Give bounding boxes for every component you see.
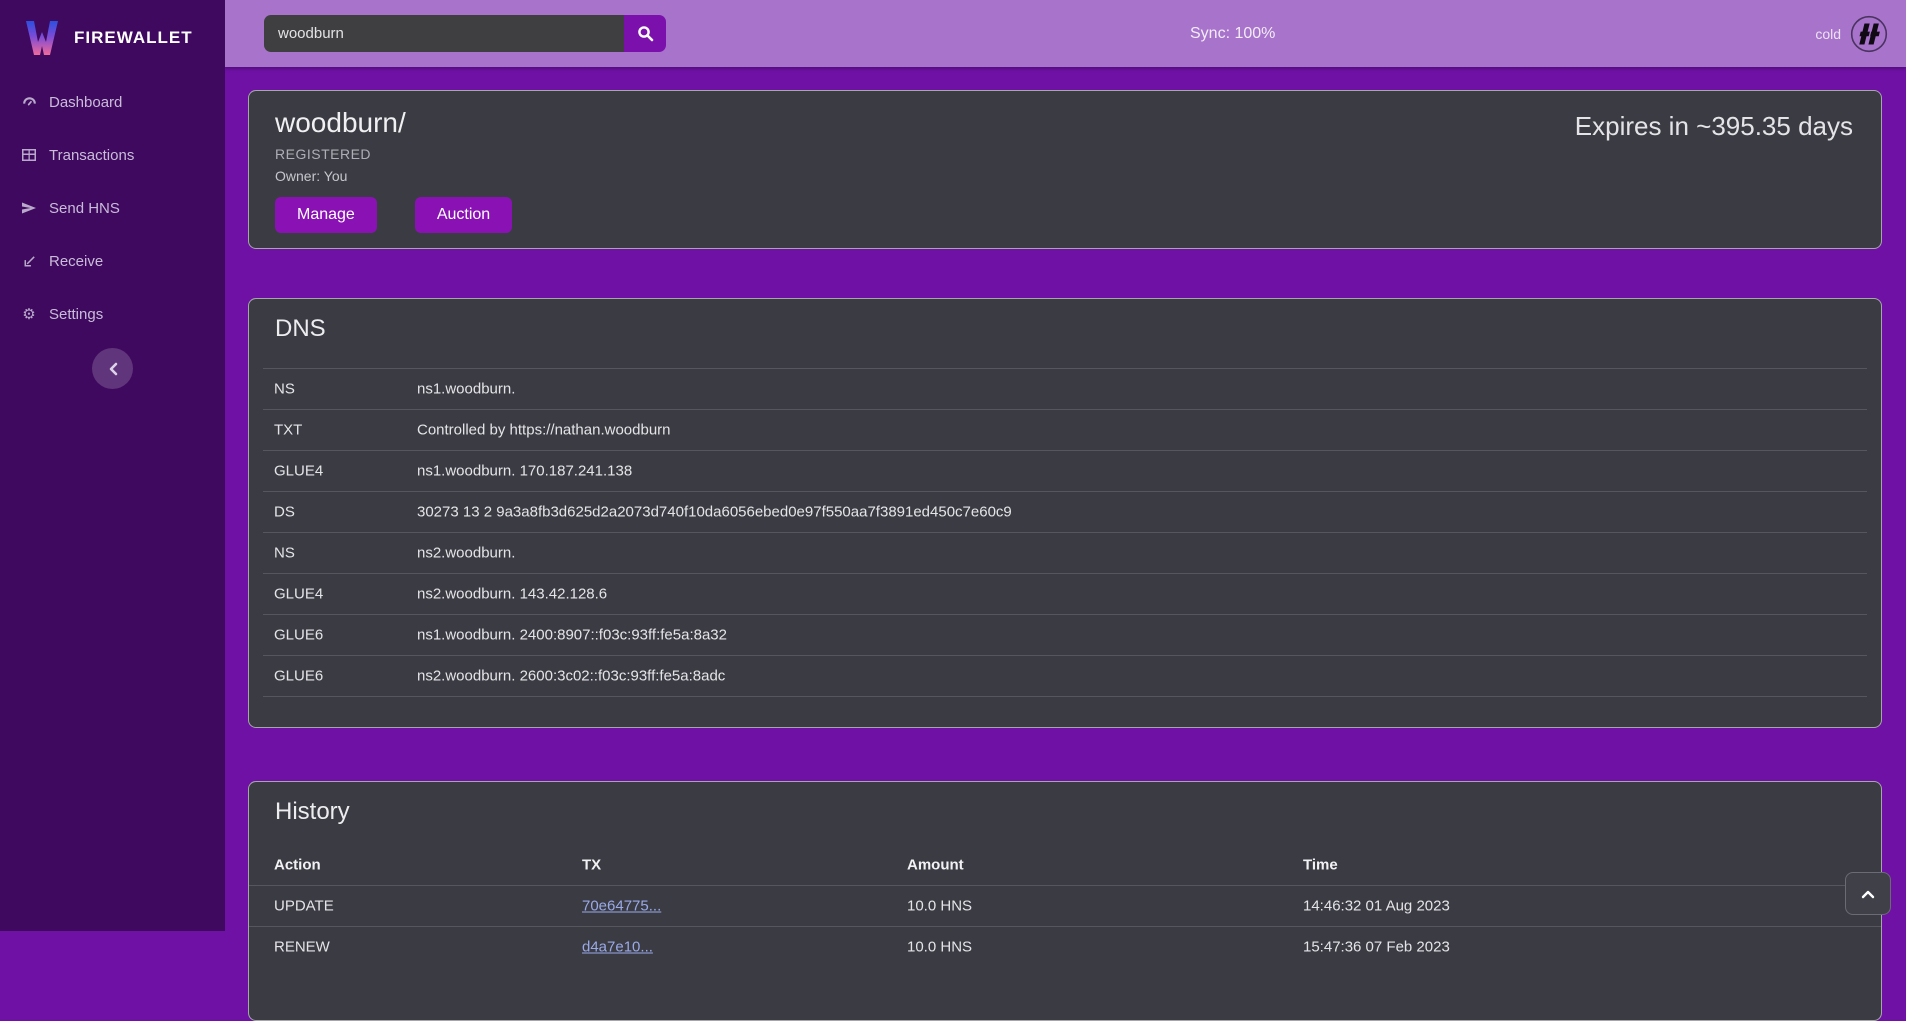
history-header-amount: Amount (907, 856, 964, 873)
dns-record-value: ns2.woodburn. (417, 545, 515, 562)
topbar: Sync: 100% cold (225, 0, 1906, 67)
wallet-selector[interactable]: cold (1815, 0, 1888, 67)
dns-record-type: GLUE6 (274, 668, 323, 685)
history-header-time: Time (1303, 856, 1338, 873)
sidebar-item-label: Transactions (49, 147, 134, 164)
history-action: RENEW (274, 939, 330, 956)
chevron-left-icon (107, 362, 119, 376)
dns-card: DNS NS ns1.woodburn. TXT Controlled by h… (248, 298, 1882, 728)
tx-link[interactable]: d4a7e10... (582, 939, 653, 956)
dns-card-title: DNS (249, 299, 1881, 343)
gauge-icon (20, 93, 38, 111)
dns-record-value: ns2.woodburn. 143.42.128.6 (417, 586, 607, 603)
sidebar-collapse-button[interactable] (92, 348, 133, 389)
sync-status: Sync: 100% (1190, 0, 1275, 67)
domain-owner: Owner: You (275, 168, 1855, 184)
history-header-action: Action (274, 856, 321, 873)
dns-record-type: DS (274, 504, 295, 521)
dns-record-value: Controlled by https://nathan.woodburn (417, 422, 671, 439)
sidebar-item-settings[interactable]: ⚙ Settings (0, 298, 225, 330)
dns-record-type: TXT (274, 422, 302, 439)
dns-record-type: GLUE4 (274, 586, 323, 603)
sidebar-item-label: Receive (49, 253, 103, 270)
history-action: UPDATE (274, 898, 334, 915)
sidebar-item-transactions[interactable]: Transactions (0, 139, 225, 171)
dns-record-row: GLUE6 ns2.woodburn. 2600:3c02::f03c:93ff… (263, 655, 1867, 697)
search-button[interactable] (624, 15, 666, 52)
dns-record-row: NS ns2.woodburn. (263, 532, 1867, 573)
sidebar-item-label: Send HNS (49, 200, 120, 217)
domain-card: woodburn/ REGISTERED Owner: You Manage A… (248, 90, 1882, 249)
history-table: Action TX Amount Time UPDATE 70e64775...… (249, 844, 1881, 967)
sidebar: FIREWALLET Dashboard Transactions Send H… (0, 0, 225, 931)
gear-icon: ⚙ (20, 305, 38, 323)
dns-record-row: GLUE4 ns2.woodburn. 143.42.128.6 (263, 573, 1867, 614)
dns-record-value: ns1.woodburn. (417, 381, 515, 398)
expiry-text: Expires in ~395.35 days (1575, 111, 1853, 142)
main-content: woodburn/ REGISTERED Owner: You Manage A… (225, 67, 1906, 931)
history-row: UPDATE 70e64775... 10.0 HNS 14:46:32 01 … (249, 885, 1881, 926)
history-card: History Action TX Amount Time UPDATE 70e… (248, 781, 1882, 1021)
dns-record-row: TXT Controlled by https://nathan.woodbur… (263, 409, 1867, 450)
dns-record-value: 30273 13 2 9a3a8fb3d625d2a2073d740f10da6… (417, 504, 1012, 521)
auction-button[interactable]: Auction (415, 197, 512, 233)
brand[interactable]: FIREWALLET (0, 0, 225, 62)
dns-record-row: GLUE6 ns1.woodburn. 2400:8907::f03c:93ff… (263, 614, 1867, 655)
search-bar (264, 15, 666, 52)
search-input[interactable] (264, 15, 624, 52)
dns-record-value: ns1.woodburn. 170.187.241.138 (417, 463, 632, 480)
receive-arrow-icon (20, 252, 38, 270)
sidebar-item-dashboard[interactable]: Dashboard (0, 86, 225, 118)
search-icon (637, 25, 654, 42)
handshake-icon[interactable] (1850, 15, 1888, 53)
wallet-name: cold (1815, 26, 1841, 42)
history-header-tx: TX (582, 856, 601, 873)
dns-table: NS ns1.woodburn. TXT Controlled by https… (263, 368, 1867, 697)
chevron-up-icon (1861, 889, 1875, 899)
dns-record-type: NS (274, 545, 295, 562)
dns-record-row: DS 30273 13 2 9a3a8fb3d625d2a2073d740f10… (263, 491, 1867, 532)
domain-status: REGISTERED (275, 146, 1855, 162)
brand-name: FIREWALLET (74, 28, 193, 48)
dns-record-row: NS ns1.woodburn. (263, 368, 1867, 409)
scroll-to-top-button[interactable] (1845, 872, 1891, 915)
manage-button[interactable]: Manage (275, 197, 377, 233)
tx-link[interactable]: 70e64775... (582, 898, 661, 915)
dns-record-value: ns2.woodburn. 2600:3c02::f03c:93ff:fe5a:… (417, 668, 725, 685)
history-time: 15:47:36 07 Feb 2023 (1303, 939, 1450, 956)
sidebar-nav: Dashboard Transactions Send HNS Receive … (0, 86, 225, 330)
sidebar-item-label: Settings (49, 306, 103, 323)
dns-record-value: ns1.woodburn. 2400:8907::f03c:93ff:fe5a:… (417, 627, 727, 644)
sidebar-item-send-hns[interactable]: Send HNS (0, 192, 225, 224)
history-time: 14:46:32 01 Aug 2023 (1303, 898, 1450, 915)
sidebar-item-receive[interactable]: Receive (0, 245, 225, 277)
send-icon (20, 199, 38, 217)
history-amount: 10.0 HNS (907, 939, 972, 956)
firewallet-logo-icon (22, 18, 62, 58)
sidebar-item-label: Dashboard (49, 94, 122, 111)
dns-record-type: NS (274, 381, 295, 398)
dns-record-type: GLUE4 (274, 463, 323, 480)
history-header-row: Action TX Amount Time (249, 844, 1881, 885)
dns-record-row: GLUE4 ns1.woodburn. 170.187.241.138 (263, 450, 1867, 491)
table-icon (20, 146, 38, 164)
history-amount: 10.0 HNS (907, 898, 972, 915)
history-card-title: History (249, 782, 1881, 826)
history-row: RENEW d4a7e10... 10.0 HNS 15:47:36 07 Fe… (249, 926, 1881, 967)
dns-record-type: GLUE6 (274, 627, 323, 644)
